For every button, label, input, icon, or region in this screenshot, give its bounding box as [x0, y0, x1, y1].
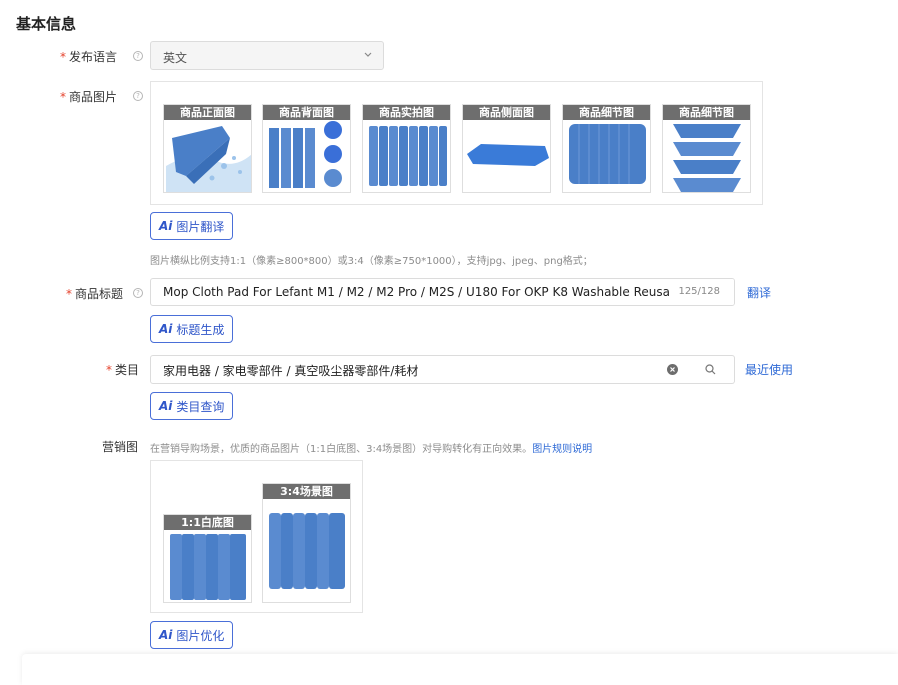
help-icon[interactable]: ? [133, 91, 143, 101]
mop-stack-image [269, 121, 342, 188]
image-optimize-button[interactable]: Ai 图片优化 [150, 621, 234, 649]
required-mark: * [60, 50, 66, 64]
chevron-down-icon [364, 52, 372, 57]
required-mark: * [106, 363, 112, 377]
ai-icon: Ai [159, 628, 173, 642]
marketing-label: 营销图 [102, 440, 139, 454]
marketing-hint: 在营销导购场景，优质的商品图片（1:1白底图、3:4场景图）对导购转化有正向效果… [150, 444, 593, 455]
category-search-button[interactable] [687, 355, 735, 384]
product-image-detail-1[interactable]: 商品细节图 [562, 104, 651, 193]
next-section-card [22, 654, 898, 685]
mop-splash-image [166, 126, 251, 192]
image-caption: 商品细节图 [663, 105, 750, 120]
category-query-label: 类目查询 [176, 399, 225, 414]
category-input-value: 家用电器 / 家电零部件 / 真空吸尘器零部件/耗材 [163, 364, 419, 378]
language-select[interactable]: 英文 [150, 41, 384, 70]
image-translate-label: 图片翻译 [176, 219, 225, 234]
mop-row-image [369, 126, 447, 186]
category-input[interactable]: 家用电器 / 家电零部件 / 真空吸尘器零部件/耗材 [150, 355, 688, 384]
search-icon [705, 364, 716, 375]
required-mark: * [66, 287, 72, 301]
image-translate-button[interactable]: Ai 图片翻译 [150, 212, 234, 240]
title-input-value: Mop Cloth Pad For Lefant M1 / M2 / M2 Pr… [163, 285, 734, 299]
image-optimize-label: 图片优化 [176, 628, 225, 643]
title-translate-link[interactable]: 翻译 [747, 284, 771, 301]
section-title: 基本信息 [16, 15, 77, 33]
title-label: * 商品标题 [66, 287, 124, 301]
required-mark: * [60, 90, 66, 104]
image-caption: 商品实拍图 [363, 105, 450, 120]
product-image-side[interactable]: 商品侧面图 [462, 104, 551, 193]
image-caption: 商品背面图 [263, 105, 350, 120]
product-image-detail-2[interactable]: 商品细节图 [662, 104, 751, 193]
category-query-button[interactable]: Ai 类目查询 [150, 392, 234, 420]
category-label: * 类目 [106, 363, 140, 377]
image-caption: 1:1白底图 [164, 515, 251, 530]
help-icon[interactable]: ? [133, 51, 143, 61]
language-label: * 发布语言 [60, 50, 118, 64]
product-image-front[interactable]: 商品正面图 [163, 104, 252, 193]
language-select-value: 英文 [163, 51, 188, 65]
images-label: * 商品图片 [60, 90, 118, 104]
image-rules-link[interactable]: 图片规则说明 [532, 444, 592, 455]
mop-side-image [467, 144, 549, 166]
image-format-hint: 图片横纵比例支持1:1（像素≥800*800）或3:4（像素≥750*1000）… [150, 256, 593, 267]
product-image-real[interactable]: 商品实拍图 [362, 104, 451, 193]
image-caption: 3:4场景图 [263, 484, 350, 499]
title-generate-label: 标题生成 [176, 322, 225, 337]
image-caption: 商品细节图 [563, 105, 650, 120]
ai-icon: Ai [159, 322, 173, 336]
ai-icon: Ai [159, 399, 173, 413]
product-images-panel: 商品正面图 商品背面图 商品实拍图 商品侧面图 商品细节图 商品细节图 [150, 81, 763, 205]
title-char-count: 125/128 [670, 279, 734, 305]
help-icon[interactable]: ? [133, 288, 143, 298]
image-caption: 商品侧面图 [463, 105, 550, 120]
mop-fan-image [569, 124, 646, 184]
mop-tiers-image [673, 124, 741, 192]
clear-icon[interactable] [667, 364, 678, 375]
marketing-image-square[interactable]: 1:1白底图 [163, 514, 252, 603]
recent-category-link[interactable]: 最近使用 [745, 361, 793, 378]
title-generate-button[interactable]: Ai 标题生成 [150, 315, 234, 343]
marketing-images-panel: 1:1白底图 3:4场景图 [150, 460, 363, 613]
product-image-back[interactable]: 商品背面图 [262, 104, 351, 193]
ai-icon: Ai [159, 219, 173, 233]
title-input[interactable]: Mop Cloth Pad For Lefant M1 / M2 / M2 Pr… [150, 278, 735, 306]
marketing-image-scene[interactable]: 3:4场景图 [262, 483, 351, 603]
mop-fan-image [170, 534, 246, 600]
mop-row-image [269, 513, 345, 589]
image-caption: 商品正面图 [164, 105, 251, 120]
